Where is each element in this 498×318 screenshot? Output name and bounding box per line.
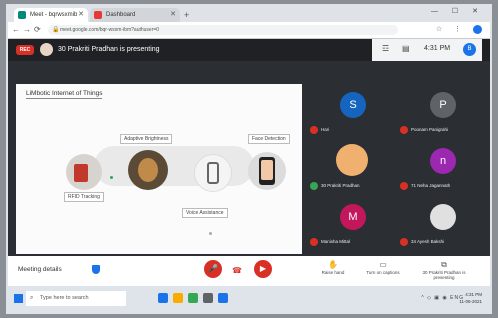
windows-taskbar: ⌕ Type here to search ^ ◇ ▣ ◉ ENG 4:31 P…	[8, 286, 490, 312]
meet-bottom-bar: Meeting details 🎤 ☎ ▶ ✋ Raise hand ▭ Tur…	[8, 256, 490, 286]
close-icon[interactable]: ✕	[170, 8, 176, 22]
participant-name: Manisha Mittal	[321, 239, 351, 244]
captions-label: Turn on captions	[366, 270, 400, 275]
address-bar-icons[interactable]: ☆ ⋮	[436, 24, 482, 36]
captions-button[interactable]: ▭ Turn on captions	[358, 260, 408, 275]
presenting-text: 30 Prakriti Pradhan is presenting	[58, 46, 160, 53]
camera-icon: ▶	[259, 264, 267, 273]
clock-date: 11-06-2021	[459, 299, 482, 304]
url-text: meet.google.com/bqr-wsxm-ibm?authuser=0	[60, 27, 160, 33]
mic-muted-icon	[400, 182, 408, 190]
system-tray[interactable]: ^ ◇ ▣ ◉ ENG	[421, 295, 464, 301]
participant-tile[interactable]: S Hari	[308, 84, 398, 140]
chat-icon[interactable]: ▤	[402, 44, 410, 53]
participant-avatar: S	[340, 92, 366, 118]
clock-time: 4:31 PM	[465, 292, 482, 297]
participant-tile[interactable]: P Poonam Panigrahi	[398, 84, 488, 140]
close-icon[interactable]: ✕	[78, 8, 84, 22]
windows-logo-icon[interactable]	[14, 294, 23, 303]
slide-title: LiMbotic Internet of Things	[26, 90, 103, 99]
adaptive-brightness-image	[128, 150, 168, 190]
raise-hand-button[interactable]: ✋ Raise hand	[308, 260, 358, 275]
participants-grid: S Hari P Poonam Panigrahi 30 Prakriti Pr…	[308, 84, 488, 254]
raise-hand-label: Raise hand	[321, 270, 345, 275]
hand-icon: ✋	[328, 260, 338, 269]
user-avatar[interactable]: B	[463, 43, 476, 56]
tab-dashboard[interactable]: Dashboard ✕	[90, 8, 180, 22]
participant-name: 30 Prakriti Pradhan	[321, 183, 360, 188]
shield-icon[interactable]	[92, 265, 100, 274]
mic-muted-icon	[310, 238, 318, 246]
participant-avatar: n	[430, 148, 456, 174]
new-tab-button[interactable]: +	[184, 8, 189, 22]
presenter-avatar	[40, 43, 53, 56]
taskbar-app-icon[interactable]	[218, 293, 228, 303]
mic-muted-icon	[310, 126, 318, 134]
window-controls[interactable]: — ☐ ✕	[431, 7, 484, 15]
participant-photo	[430, 204, 456, 230]
taskbar-app-icon[interactable]	[203, 293, 213, 303]
reload-icon[interactable]: ⟳	[34, 24, 41, 36]
tab-label: Dashboard	[106, 12, 136, 18]
participant-tile[interactable]: 30 Prakriti Pradhan	[308, 140, 398, 196]
mic-active-icon	[310, 182, 318, 190]
camera-button[interactable]: ▶	[254, 260, 272, 278]
meet-top-bar: REC 30 Prakriti Pradhan is presenting ☲ …	[8, 39, 490, 61]
hangup-button[interactable]: ☎	[232, 266, 242, 275]
caption-face-detection: Face Detection	[248, 134, 290, 144]
address-bar-row: ← → ⟳ 🔒 meet.google.com/bqr-wsxm-ibm?aut…	[8, 22, 490, 39]
mic-button[interactable]: 🎤	[204, 260, 222, 278]
participant-avatar: P	[430, 92, 456, 118]
participant-name: Poonam Panigrahi	[411, 127, 449, 132]
presenting-button[interactable]: ⧉ 30 Prakriti Pradhan is presenting	[414, 260, 474, 280]
search-icon: ⌕	[30, 295, 34, 301]
slide-dot	[209, 232, 212, 235]
browser-tab-strip: Meet - bqrwsxmib ✕ Dashboard ✕ + — ☐ ✕	[8, 6, 490, 22]
captions-icon: ▭	[379, 260, 387, 269]
recording-badge: REC	[16, 45, 34, 55]
presentation-slide: LiMbotic Internet of Things Adaptive Bri…	[16, 84, 302, 254]
meet-favicon-icon	[18, 11, 26, 19]
face-detection-image	[248, 152, 286, 190]
search-placeholder: Type here to search	[40, 295, 89, 301]
caption-adaptive-brightness: Adaptive Brightness	[120, 134, 173, 144]
rfid-tracking-image	[66, 154, 102, 190]
taskbar-app-icon[interactable]	[158, 293, 168, 303]
profile-avatar[interactable]	[473, 24, 482, 34]
tab-meet[interactable]: Meet - bqrwsxmib ✕	[14, 8, 88, 22]
taskbar-app-icon[interactable]	[173, 293, 183, 303]
participant-name: 71 Neha Jagannath	[411, 183, 451, 188]
forward-icon[interactable]: →	[23, 24, 31, 36]
participant-tile[interactable]: 34 Ayesh Bakshi	[398, 196, 488, 252]
people-icon[interactable]: ☲	[382, 44, 389, 53]
meeting-details-button[interactable]: Meeting details	[18, 266, 62, 273]
back-icon[interactable]: ←	[12, 24, 20, 36]
tab-label: Meet - bqrwsxmib	[30, 12, 78, 18]
app-window: Meet - bqrwsxmib ✕ Dashboard ✕ + — ☐ ✕ ←…	[6, 4, 492, 314]
mic-muted-icon	[400, 238, 408, 246]
slide-dot	[110, 176, 113, 179]
dashboard-favicon-icon	[94, 11, 102, 19]
participant-name: Hari	[321, 127, 330, 132]
participant-name: 34 Ayesh Bakshi	[411, 239, 445, 244]
meeting-clock: 4:31 PM	[424, 45, 451, 52]
url-input[interactable]: 🔒 meet.google.com/bqr-wsxm-ibm?authuser=…	[48, 25, 398, 35]
taskbar-search-input[interactable]: ⌕ Type here to search	[26, 291, 126, 306]
presenting-label: 30 Prakriti Pradhan is presenting	[422, 270, 466, 280]
participant-tile[interactable]: M Manisha Mittal	[308, 196, 398, 252]
participant-avatar: M	[340, 204, 366, 230]
lock-icon: 🔒	[52, 27, 60, 33]
taskbar-clock[interactable]: 4:31 PM 11-06-2021	[459, 291, 482, 305]
voice-assistance-image	[194, 154, 232, 192]
star-menu-icon[interactable]: ☆ ⋮	[436, 26, 466, 33]
taskbar-app-icon[interactable]	[188, 293, 198, 303]
caption-rfid-tracking: RFID Tracking	[64, 192, 104, 202]
participant-tile[interactable]: n 71 Neha Jagannath	[398, 140, 488, 196]
participant-photo	[336, 144, 368, 176]
top-right-panel: ☲ ▤ 4:31 PM B	[372, 39, 482, 61]
caption-voice-assistance: Voice Assistance	[182, 208, 228, 218]
mic-icon: 🎤	[208, 264, 218, 273]
mic-muted-icon	[400, 126, 408, 134]
present-icon: ⧉	[441, 260, 447, 269]
